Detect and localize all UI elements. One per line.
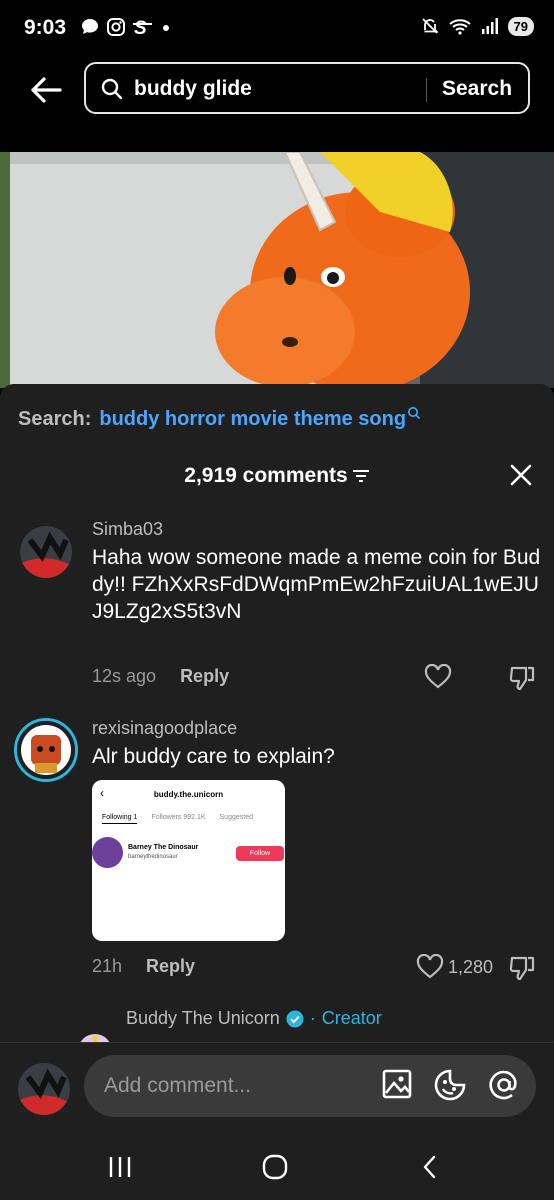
recent-apps-icon[interactable]	[106, 1154, 134, 1180]
comment-time: 12s ago	[92, 666, 157, 686]
dot-icon	[163, 25, 169, 31]
avatar[interactable]	[20, 526, 72, 578]
embedded-tabs: Following 1 Followers 992.1K Suggested	[102, 814, 253, 824]
emoji-icon[interactable]	[434, 1069, 466, 1101]
video-frame-image	[0, 152, 554, 388]
dislike-icon[interactable]	[508, 664, 536, 692]
status-right: 79	[420, 16, 534, 36]
search-suggestion[interactable]: Search: buddy horror movie theme song	[18, 407, 421, 431]
close-icon[interactable]	[508, 462, 534, 488]
embedded-tab-suggested: Suggested	[219, 814, 253, 821]
comment-image-attachment[interactable]: ‹ buddy.the.unicorn Following 1 Follower…	[92, 780, 285, 941]
search-query[interactable]: buddy glide	[134, 77, 252, 101]
comment-input[interactable]: Add comment...	[84, 1055, 536, 1117]
embedded-follow-button: Follow	[236, 846, 284, 861]
comment-username[interactable]: rexisinagoodplace	[92, 718, 237, 739]
comments-count-label: 2,919 comments	[184, 464, 348, 487]
search-button[interactable]: Search	[442, 77, 512, 101]
reply-user: Buddy The Unicorn · Creator	[126, 1008, 382, 1029]
reply-separator: ·	[309, 1008, 316, 1028]
notification-icons: S	[80, 17, 172, 37]
search-divider	[426, 78, 427, 102]
video-player[interactable]	[0, 152, 554, 388]
search-suggestion-label: Search:	[18, 408, 92, 430]
avatar-image	[17, 721, 75, 779]
system-navigation-bar	[0, 1134, 554, 1200]
composer-icons	[382, 1069, 520, 1101]
comment-input-placeholder: Add comment...	[104, 1074, 252, 1097]
embedded-tab-followers: Followers 992.1K	[151, 814, 206, 821]
reply-button[interactable]: Reply	[146, 956, 195, 977]
reply-username[interactable]: Buddy The Unicorn	[126, 1008, 280, 1029]
image-icon[interactable]	[382, 1069, 412, 1099]
comment-text: Haha wow someone made a meme coin for Bu…	[92, 546, 541, 623]
comment-meta: 12s ago Reply	[92, 666, 229, 687]
search-input[interactable]: buddy glide Search	[84, 62, 530, 114]
battery-icon: 79	[507, 16, 534, 36]
home-icon[interactable]	[262, 1154, 288, 1180]
status-bar: 9:03 S 79	[0, 0, 554, 56]
dislike-icon[interactable]	[508, 954, 536, 982]
s-app-icon: S	[133, 18, 152, 37]
heart-icon	[416, 954, 444, 979]
reply-item: Buddy The Unicorn · Creator	[0, 1004, 554, 1068]
comment-composer: Add comment...	[0, 1042, 554, 1134]
back-arrow-icon[interactable]	[26, 70, 66, 110]
search-icon	[101, 78, 123, 100]
creator-badge: Creator	[321, 1008, 382, 1028]
like-count: 1,280	[448, 956, 494, 977]
status-time: 9:03	[24, 16, 67, 39]
comment-username[interactable]: Simba03	[92, 519, 163, 540]
current-user-avatar	[18, 1063, 70, 1115]
comment-time: 21h	[92, 956, 123, 976]
search-icon	[408, 407, 421, 420]
search-suggestion-term[interactable]: buddy horror movie theme song	[99, 408, 406, 431]
signal-icon	[481, 18, 498, 34]
verified-badge-icon	[286, 1010, 304, 1027]
embedded-tab-following: Following 1	[102, 814, 138, 824]
instagram-icon	[107, 18, 125, 36]
svg-text:S: S	[134, 18, 147, 37]
filter-icon[interactable]	[352, 468, 370, 484]
comment-text: Alr buddy care to explain?	[92, 745, 335, 768]
nav-back-icon[interactable]	[420, 1154, 440, 1180]
embedded-profile-title: buddy.the.unicorn	[153, 790, 224, 799]
avatar-image	[18, 1063, 70, 1115]
comments-count: 2,919 comments	[0, 464, 554, 488]
embedded-account-handle: barneythedinosaur	[128, 854, 178, 860]
chat-icon	[82, 19, 98, 34]
wifi-icon	[448, 19, 471, 35]
embedded-avatar	[92, 837, 123, 868]
avatar-image	[20, 526, 72, 578]
mention-icon[interactable]	[488, 1069, 520, 1101]
avatar[interactable]	[14, 718, 78, 782]
heart-icon[interactable]	[424, 664, 452, 690]
mute-icon	[421, 18, 439, 34]
like-button[interactable]: 1,280	[416, 954, 493, 980]
embedded-account-name: Barney The Dinosaur	[128, 844, 199, 851]
comment-meta: 21h Reply	[92, 956, 195, 977]
search-header: buddy glide Search	[0, 56, 554, 152]
reply-button[interactable]: Reply	[180, 666, 229, 687]
